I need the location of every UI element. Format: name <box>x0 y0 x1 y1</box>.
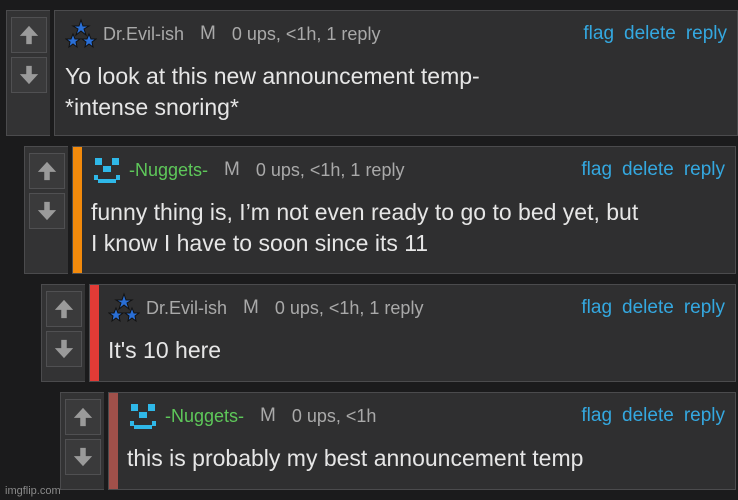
comment-meta: 0 ups, <1h, 1 reply <box>255 159 405 180</box>
smiley-avatar-icon[interactable] <box>127 400 159 432</box>
smiley-avatar-icon[interactable] <box>91 154 123 186</box>
comment-text: this is probably my best announcement te… <box>127 445 584 471</box>
comment-meta: 0 ups, <1h, 1 reply <box>231 23 381 44</box>
comment-card: Dr.Evil-ish M 0 ups, <1h, 1 reply flag d… <box>89 284 736 382</box>
flag-link[interactable]: flag <box>583 23 614 45</box>
thread-stripe <box>90 285 99 381</box>
downvote-button[interactable] <box>46 331 82 367</box>
delete-link[interactable]: delete <box>622 405 674 427</box>
mod-badge: M <box>224 159 240 180</box>
upvote-button[interactable] <box>46 291 82 327</box>
downvote-button[interactable] <box>29 193 65 229</box>
vote-box <box>24 146 68 274</box>
comment: -Nuggets- M 0 ups, <1h, 1 reply flag del… <box>24 146 736 274</box>
username-link[interactable]: Dr.Evil-ish <box>146 298 227 319</box>
vote-box <box>41 284 85 382</box>
comment: -Nuggets- M 0 ups, <1h flag delete reply… <box>60 392 736 490</box>
comment-meta: 0 ups, <1h, 1 reply <box>274 297 424 318</box>
arrow-up-icon <box>54 299 74 319</box>
upvote-button[interactable] <box>29 153 65 189</box>
arrow-down-icon <box>73 447 93 467</box>
upvote-button[interactable] <box>11 17 47 53</box>
reply-link[interactable]: reply <box>684 297 725 319</box>
vote-box <box>60 392 104 490</box>
comment-card: Dr.Evil-ish M 0 ups, <1h, 1 reply flag d… <box>54 10 738 136</box>
username-link[interactable]: Dr.Evil-ish <box>103 24 184 45</box>
mod-badge: M <box>260 405 276 426</box>
arrow-up-icon <box>73 407 93 427</box>
mod-badge: M <box>243 297 259 318</box>
comment: Dr.Evil-ish M 0 ups, <1h, 1 reply flag d… <box>41 284 736 382</box>
arrow-up-icon <box>37 161 57 181</box>
upvote-button[interactable] <box>65 399 101 435</box>
arrow-down-icon <box>54 339 74 359</box>
comment: Dr.Evil-ish M 0 ups, <1h, 1 reply flag d… <box>6 10 738 136</box>
username-link[interactable]: -Nuggets- <box>129 160 208 181</box>
delete-link[interactable]: delete <box>624 23 676 45</box>
flag-link[interactable]: flag <box>581 159 612 181</box>
flag-link[interactable]: flag <box>581 297 612 319</box>
arrow-down-icon <box>37 201 57 221</box>
comment-text: funny thing is, I’m not even ready to go… <box>91 199 639 256</box>
thread-stripe <box>109 393 118 489</box>
delete-link[interactable]: delete <box>622 297 674 319</box>
downvote-button[interactable] <box>11 57 47 93</box>
comment-card: -Nuggets- M 0 ups, <1h, 1 reply flag del… <box>72 146 736 274</box>
reply-link[interactable]: reply <box>684 405 725 427</box>
arrow-down-icon <box>19 65 39 85</box>
stars-avatar-icon[interactable] <box>65 18 97 50</box>
mod-badge: M <box>200 23 216 44</box>
imgflip-watermark: imgflip.com <box>5 485 61 497</box>
vote-box <box>6 10 50 136</box>
downvote-button[interactable] <box>65 439 101 475</box>
arrow-up-icon <box>19 25 39 45</box>
flag-link[interactable]: flag <box>581 405 612 427</box>
reply-link[interactable]: reply <box>686 23 727 45</box>
reply-link[interactable]: reply <box>684 159 725 181</box>
comment-text: Yo look at this new announcement temp- *… <box>65 63 480 120</box>
username-link[interactable]: -Nuggets- <box>165 406 244 427</box>
delete-link[interactable]: delete <box>622 159 674 181</box>
comment-meta: 0 ups, <1h <box>291 405 377 426</box>
comment-text: It's 10 here <box>108 337 222 363</box>
thread-stripe <box>73 147 82 273</box>
comment-card: -Nuggets- M 0 ups, <1h flag delete reply… <box>108 392 736 490</box>
stars-avatar-icon[interactable] <box>108 292 140 324</box>
